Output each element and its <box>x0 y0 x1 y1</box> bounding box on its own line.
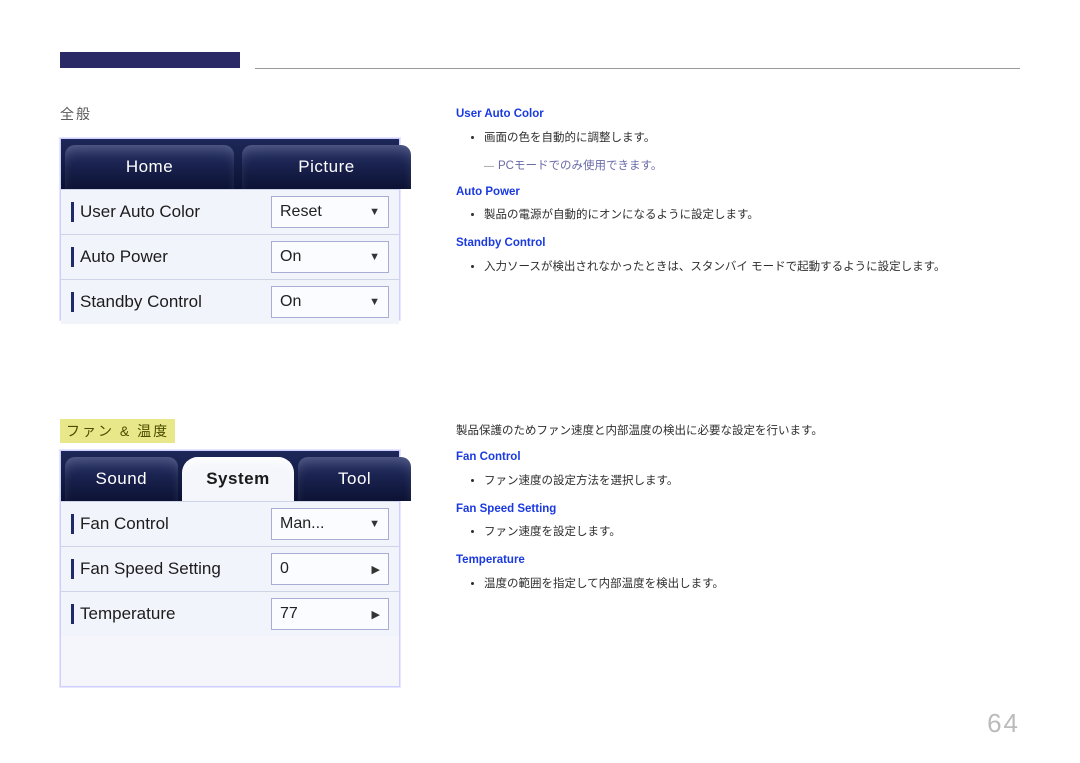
panel-fan: Sound System Tool Fan Control Man...▼ Fa… <box>60 450 400 687</box>
row-standby-control[interactable]: Standby Control On▼ <box>61 279 399 324</box>
desc-heading: Auto Power <box>456 182 1010 204</box>
tab-tool[interactable]: Tool <box>298 457 411 501</box>
dropdown-user-auto-color[interactable]: Reset▼ <box>271 196 389 228</box>
row-label: Auto Power <box>80 247 271 267</box>
section-title-fan: ファン & 温度 <box>60 419 175 443</box>
desc-heading: Fan Speed Setting <box>456 499 1010 521</box>
chevron-down-icon: ▼ <box>369 296 380 308</box>
panel-fan-tabs: Sound System Tool <box>61 451 399 501</box>
row-temperature[interactable]: Temperature 77▶ <box>61 591 399 636</box>
row-fan-speed-setting[interactable]: Fan Speed Setting 0▶ <box>61 546 399 591</box>
chevron-right-icon: ▶ <box>372 563 380 576</box>
tab-system[interactable]: System <box>182 457 295 501</box>
row-label: Temperature <box>80 604 271 624</box>
row-label: Fan Control <box>80 514 271 534</box>
chevron-down-icon: ▼ <box>369 206 380 218</box>
dropdown-fan-control[interactable]: Man...▼ <box>271 508 389 540</box>
desc-heading: Fan Control <box>456 447 1010 469</box>
tab-sound[interactable]: Sound <box>65 457 178 501</box>
desc-heading: User Auto Color <box>456 104 1010 126</box>
page-number: 64 <box>987 708 1020 739</box>
dropdown-auto-power[interactable]: On▼ <box>271 241 389 273</box>
stepper-fan-speed[interactable]: 0▶ <box>271 553 389 585</box>
panel-general-tabs: Home Picture <box>61 139 399 189</box>
desc-subnote: PCモードでのみ使用できます。 <box>484 156 1010 178</box>
row-user-auto-color[interactable]: User Auto Color Reset▼ <box>61 189 399 234</box>
row-label: Standby Control <box>80 292 271 312</box>
chevron-right-icon: ▶ <box>372 608 380 621</box>
desc-fan: 製品保護のためファン速度と内部温度の検出に必要な設定を行います。 Fan Con… <box>456 421 1010 602</box>
dropdown-standby-control[interactable]: On▼ <box>271 286 389 318</box>
chevron-down-icon: ▼ <box>369 251 380 263</box>
stepper-temperature[interactable]: 77▶ <box>271 598 389 630</box>
chevron-down-icon: ▼ <box>369 518 380 530</box>
row-label: Fan Speed Setting <box>80 559 271 579</box>
section-title-general: 全般 <box>60 104 92 124</box>
panel-general: Home Picture User Auto Color Reset▼ Auto… <box>60 138 400 320</box>
desc-heading: Temperature <box>456 550 1010 572</box>
header-accent <box>60 52 240 68</box>
row-auto-power[interactable]: Auto Power On▼ <box>61 234 399 279</box>
desc-intro: 製品保護のためファン速度と内部温度の検出に必要な設定を行います。 <box>456 421 1010 443</box>
desc-heading: Standby Control <box>456 233 1010 255</box>
header-rule <box>255 68 1020 69</box>
tab-home[interactable]: Home <box>65 145 234 189</box>
row-label: User Auto Color <box>80 202 271 222</box>
tab-picture[interactable]: Picture <box>242 145 411 189</box>
row-fan-control[interactable]: Fan Control Man...▼ <box>61 501 399 546</box>
desc-general: User Auto Color 画面の色を自動的に調整します。 PCモードでのみ… <box>456 100 1010 285</box>
